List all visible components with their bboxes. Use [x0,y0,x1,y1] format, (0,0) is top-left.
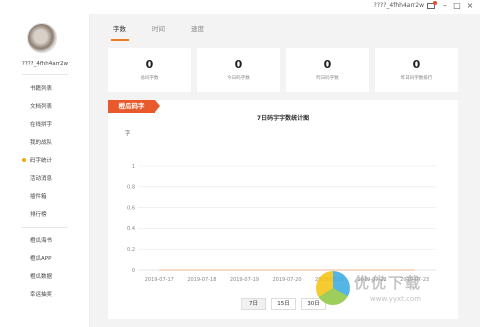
watermark-url: www.yyxt.com [370,295,422,303]
y-tick-label: 1 [132,164,135,170]
sidebar-item-documents[interactable]: 文档列表 [30,102,52,110]
stat-label: 昨日码字数排行 [400,76,433,81]
y-tick-label: 0.8 [127,185,135,191]
stat-card-total: 0 总码字数 [108,48,191,92]
active-tab-indicator [111,39,129,41]
sidebar-divider [22,227,68,228]
stat-label: 总码字数 [140,76,159,81]
title-bar: ????_4fhh4arr2w – □ × [0,0,480,14]
range-7-days-button[interactable]: 7日 [241,298,266,310]
tab-word-count[interactable]: 字数 [113,23,126,33]
sidebar-item-haishu[interactable]: 橙瓜海书 [30,236,52,244]
titlebar-username[interactable]: ????_4fhh4arr2w [374,2,424,9]
stat-card-today: 0 今日码字数 [197,48,280,92]
tab-time[interactable]: 时间 [152,23,165,33]
sidebar-item-ranking[interactable]: 排行榜 [30,210,47,218]
x-tick-label: 2019-07-20 [272,277,301,283]
sidebar-item-app[interactable]: 橙瓜APP [30,254,51,262]
sidebar-item-data[interactable]: 橙瓜数据 [30,272,52,280]
sidebar-item-books[interactable]: 书籍列表 [30,84,52,92]
tab-bar: 字数 时间 速度 [90,14,480,41]
stat-card-yesterday: 0 昨日码字数 [286,48,369,92]
stat-value: 0 [234,58,243,71]
watermark-text: 优优下载 [354,274,423,292]
x-tick-label: 2019-07-19 [230,277,259,283]
x-tick-label: 2019-07-17 [145,277,174,283]
y-tick-label: 0 [132,268,135,274]
sidebar-item-stats[interactable]: 码字统计 [21,156,52,164]
sidebar-item-plugins[interactable]: 插件箱 [30,192,47,200]
sidebar-divider [22,74,68,75]
sidebar-username: ????_4fhh4arr2w [21,61,69,67]
y-axis-label: 字 [125,129,131,137]
avatar[interactable] [27,23,57,53]
stat-value: 0 [412,58,421,71]
stat-value: 0 [145,58,154,71]
y-tick-label: 0.4 [127,226,135,232]
watermark-logo-icon [316,271,350,305]
x-tick-label: 2019-07-18 [187,277,216,283]
sidebar-item-team[interactable]: 我的战队 [30,138,52,146]
stat-label: 昨日码字数 [316,76,339,81]
stat-value: 0 [323,58,332,71]
stat-card-yesterday-rank: 0 昨日码字数排行 [375,48,458,92]
stat-label: 今日码字数 [227,76,250,81]
maximize-button[interactable]: □ [452,1,462,11]
sidebar-item-activity[interactable]: 活动消息 [30,174,52,182]
mail-icon[interactable] [427,1,437,9]
sidebar-item-lottery[interactable]: 幸运抽奖 [30,290,52,298]
sidebar-item-online-typing[interactable]: 在线拼字 [30,120,52,128]
tab-speed[interactable]: 速度 [191,23,204,33]
sidebar: ????_4fhh4arr2w 书籍列表 文档列表 在线拼字 我的战队 码字统计… [0,14,90,327]
close-button[interactable]: × [465,1,475,11]
y-tick-label: 0.2 [127,247,135,253]
range-15-days-button[interactable]: 15日 [271,298,296,310]
minimize-button[interactable]: – [440,1,450,11]
y-tick-label: 0.6 [127,205,135,211]
